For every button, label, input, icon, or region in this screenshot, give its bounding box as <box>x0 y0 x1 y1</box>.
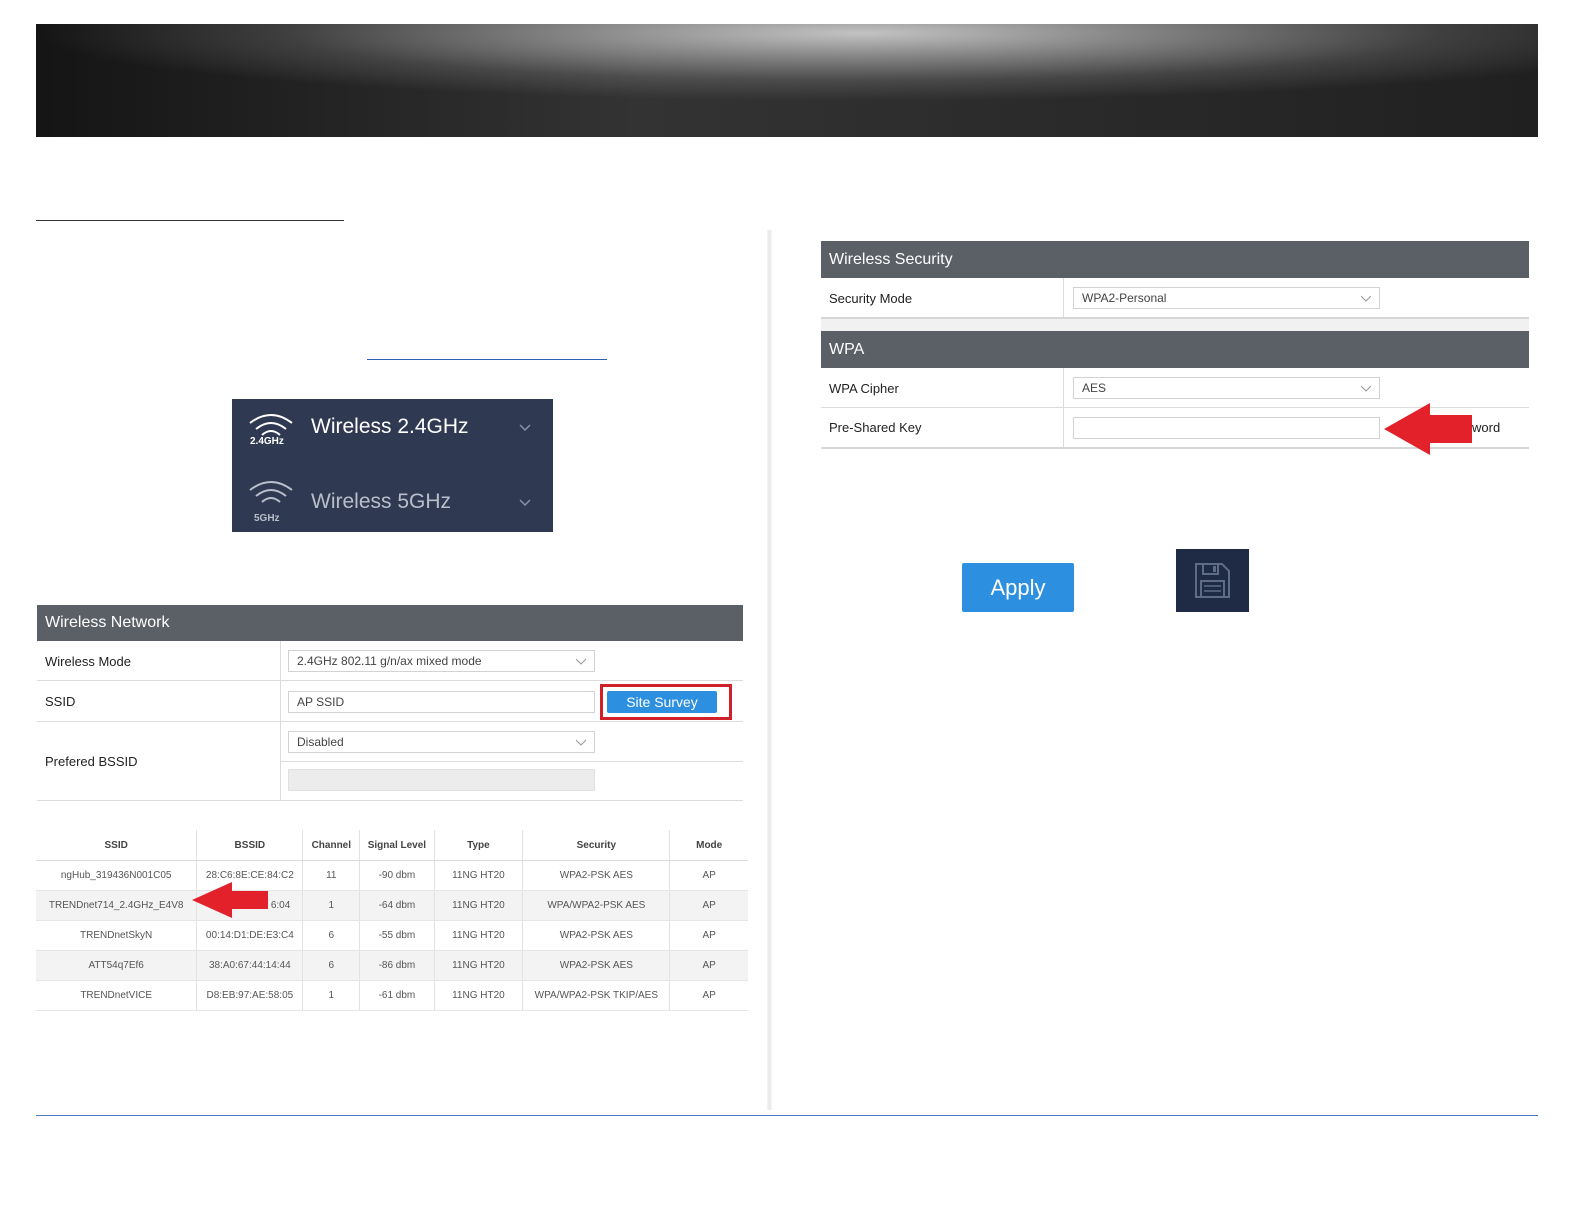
security-mode-value: WPA2-Personal <box>1082 291 1167 305</box>
cell-signal: -61 dbm <box>359 980 435 1011</box>
preferred-bssid-row: Prefered BSSID Disabled <box>37 722 743 801</box>
chevron-down-icon <box>519 499 531 507</box>
wireless-network-header: Wireless Network <box>37 605 743 641</box>
header-banner <box>36 24 1538 137</box>
cell-ssid: ngHub_319436N001C05 <box>36 860 198 891</box>
wireless-mode-value: 2.4GHz 802.11 g/n/ax mixed mode <box>297 654 482 668</box>
wireless-mode-label: Wireless Mode <box>45 654 131 669</box>
chevron-down-icon <box>519 424 531 432</box>
cell-bssid: 38:A0:67:44:14:44 <box>196 950 304 981</box>
cell-channel: 1 <box>302 980 361 1011</box>
footer-rule <box>36 1115 1538 1116</box>
table-row[interactable]: TRENDnet714_2.4GHz_E4V8 6:04 1 -64 dbm 1… <box>36 890 748 921</box>
cell-security: WPA2-PSK AES <box>522 920 671 951</box>
cell-type: 11NG HT20 <box>434 890 524 921</box>
wpa-header: WPA <box>821 331 1529 368</box>
cell-bssid: 00:14:D1:DE:E3:C4 <box>196 920 304 951</box>
red-arrow-left-icon <box>192 882 268 918</box>
cell-type: 11NG HT20 <box>434 920 524 951</box>
wireless-band-menu: 2.4GHz Wireless 2.4GHz 5GHz Wireless 5GH… <box>232 399 553 532</box>
cell-security: WPA/WPA2-PSK TKIP/AES <box>522 980 671 1011</box>
wpa-cipher-label: WPA Cipher <box>829 381 899 396</box>
col-security: Security <box>522 830 671 861</box>
cell-mode: AP <box>669 890 748 921</box>
ssid-placeholder: AP SSID <box>297 695 345 709</box>
cell-mode: AP <box>669 950 748 981</box>
save-button[interactable] <box>1176 549 1249 612</box>
cell-mode: AP <box>669 920 748 951</box>
preferred-bssid-label: Prefered BSSID <box>45 754 138 769</box>
pre-shared-key-label: Pre-Shared Key <box>829 420 922 435</box>
col-mode: Mode <box>669 830 748 861</box>
cell-mode: AP <box>669 860 748 891</box>
column-divider <box>767 230 772 1110</box>
chevron-down-icon <box>1361 385 1371 392</box>
menu-label-wireless-5ghz: Wireless 5GHz <box>311 490 452 513</box>
band-badge-5ghz: 5GHz <box>254 513 280 524</box>
apply-button[interactable]: Apply <box>962 563 1074 612</box>
cell-signal: -55 dbm <box>359 920 435 951</box>
preferred-bssid-value: Disabled <box>297 735 344 749</box>
menu-item-wireless-5ghz[interactable]: 5GHz Wireless 5GHz <box>232 466 553 532</box>
site-survey-table: SSID BSSID Channel Signal Level Type Sec… <box>36 830 748 1011</box>
cell-type: 11NG HT20 <box>434 860 524 891</box>
cell-bssid: D8:EB:97:AE:58:05 <box>196 980 304 1011</box>
table-header-row: SSID BSSID Channel Signal Level Type Sec… <box>36 830 748 861</box>
security-mode-label: Security Mode <box>829 291 913 306</box>
wpa-cipher-value: AES <box>1082 381 1107 395</box>
col-signal-level: Signal Level <box>359 830 435 861</box>
site-survey-button[interactable]: Site Survey <box>607 691 717 713</box>
cell-ssid: TRENDnet714_2.4GHz_E4V8 <box>36 890 198 921</box>
chevron-down-icon <box>1361 295 1371 302</box>
preferred-bssid-select[interactable]: Disabled <box>288 731 595 753</box>
col-channel: Channel <box>302 830 361 861</box>
red-arrow-left-icon <box>1384 403 1472 455</box>
security-mode-select[interactable]: WPA2-Personal <box>1073 287 1380 309</box>
chevron-down-icon <box>576 739 586 746</box>
cell-type: 11NG HT20 <box>434 950 524 981</box>
wireless-mode-select[interactable]: 2.4GHz 802.11 g/n/ax mixed mode <box>288 650 595 672</box>
pre-shared-key-input[interactable] <box>1073 417 1380 439</box>
col-ssid: SSID <box>36 830 198 861</box>
cell-ssid: TRENDnetVICE <box>36 980 198 1011</box>
cell-signal: -64 dbm <box>359 890 435 921</box>
preferred-bssid-input[interactable] <box>288 769 595 791</box>
cell-ssid: ATT54q7Ef6 <box>36 950 198 981</box>
cell-security: WPA/WPA2-PSK AES <box>522 890 671 921</box>
section-underline <box>36 220 344 221</box>
link-underline <box>367 359 607 360</box>
menu-label-wireless-24ghz: Wireless 2.4GHz <box>311 415 469 438</box>
cell-channel: 11 <box>302 860 361 891</box>
ssid-label: SSID <box>45 694 76 709</box>
wireless-security-header: Wireless Security <box>821 241 1529 278</box>
cell-security: WPA2-PSK AES <box>522 860 671 891</box>
floppy-disk-icon <box>1195 563 1230 598</box>
col-type: Type <box>434 830 524 861</box>
table-row[interactable]: ngHub_319436N001C05 28:C6:8E:CE:84:C2 11… <box>36 860 748 891</box>
cell-security: WPA2-PSK AES <box>522 950 671 981</box>
cell-ssid: TRENDnetSkyN <box>36 920 198 951</box>
cell-channel: 6 <box>302 950 361 981</box>
col-bssid: BSSID <box>196 830 304 861</box>
band-badge-24ghz: 2.4GHz <box>250 436 284 447</box>
wpa-cipher-row: WPA Cipher AES <box>821 368 1529 408</box>
ssid-input[interactable]: AP SSID <box>288 691 595 713</box>
cell-type: 11NG HT20 <box>434 980 524 1011</box>
chevron-down-icon <box>576 658 586 665</box>
security-mode-row: Security Mode WPA2-Personal <box>821 278 1529 319</box>
wireless-mode-row: Wireless Mode 2.4GHz 802.11 g/n/ax mixed… <box>37 641 743 681</box>
cell-signal: -90 dbm <box>359 860 435 891</box>
table-row[interactable]: TRENDnetSkyN 00:14:D1:DE:E3:C4 6 -55 dbm… <box>36 920 748 951</box>
cell-channel: 6 <box>302 920 361 951</box>
cell-channel: 1 <box>302 890 361 921</box>
cell-mode: AP <box>669 980 748 1011</box>
wpa-cipher-select[interactable]: AES <box>1073 377 1380 399</box>
show-password-label[interactable]: word <box>1472 420 1500 435</box>
menu-item-wireless-24ghz[interactable]: 2.4GHz Wireless 2.4GHz <box>232 399 553 465</box>
table-row[interactable]: TRENDnetVICE D8:EB:97:AE:58:05 1 -61 dbm… <box>36 980 748 1011</box>
wifi-24ghz-icon <box>249 414 293 436</box>
cell-signal: -86 dbm <box>359 950 435 981</box>
table-row[interactable]: ATT54q7Ef6 38:A0:67:44:14:44 6 -86 dbm 1… <box>36 950 748 981</box>
